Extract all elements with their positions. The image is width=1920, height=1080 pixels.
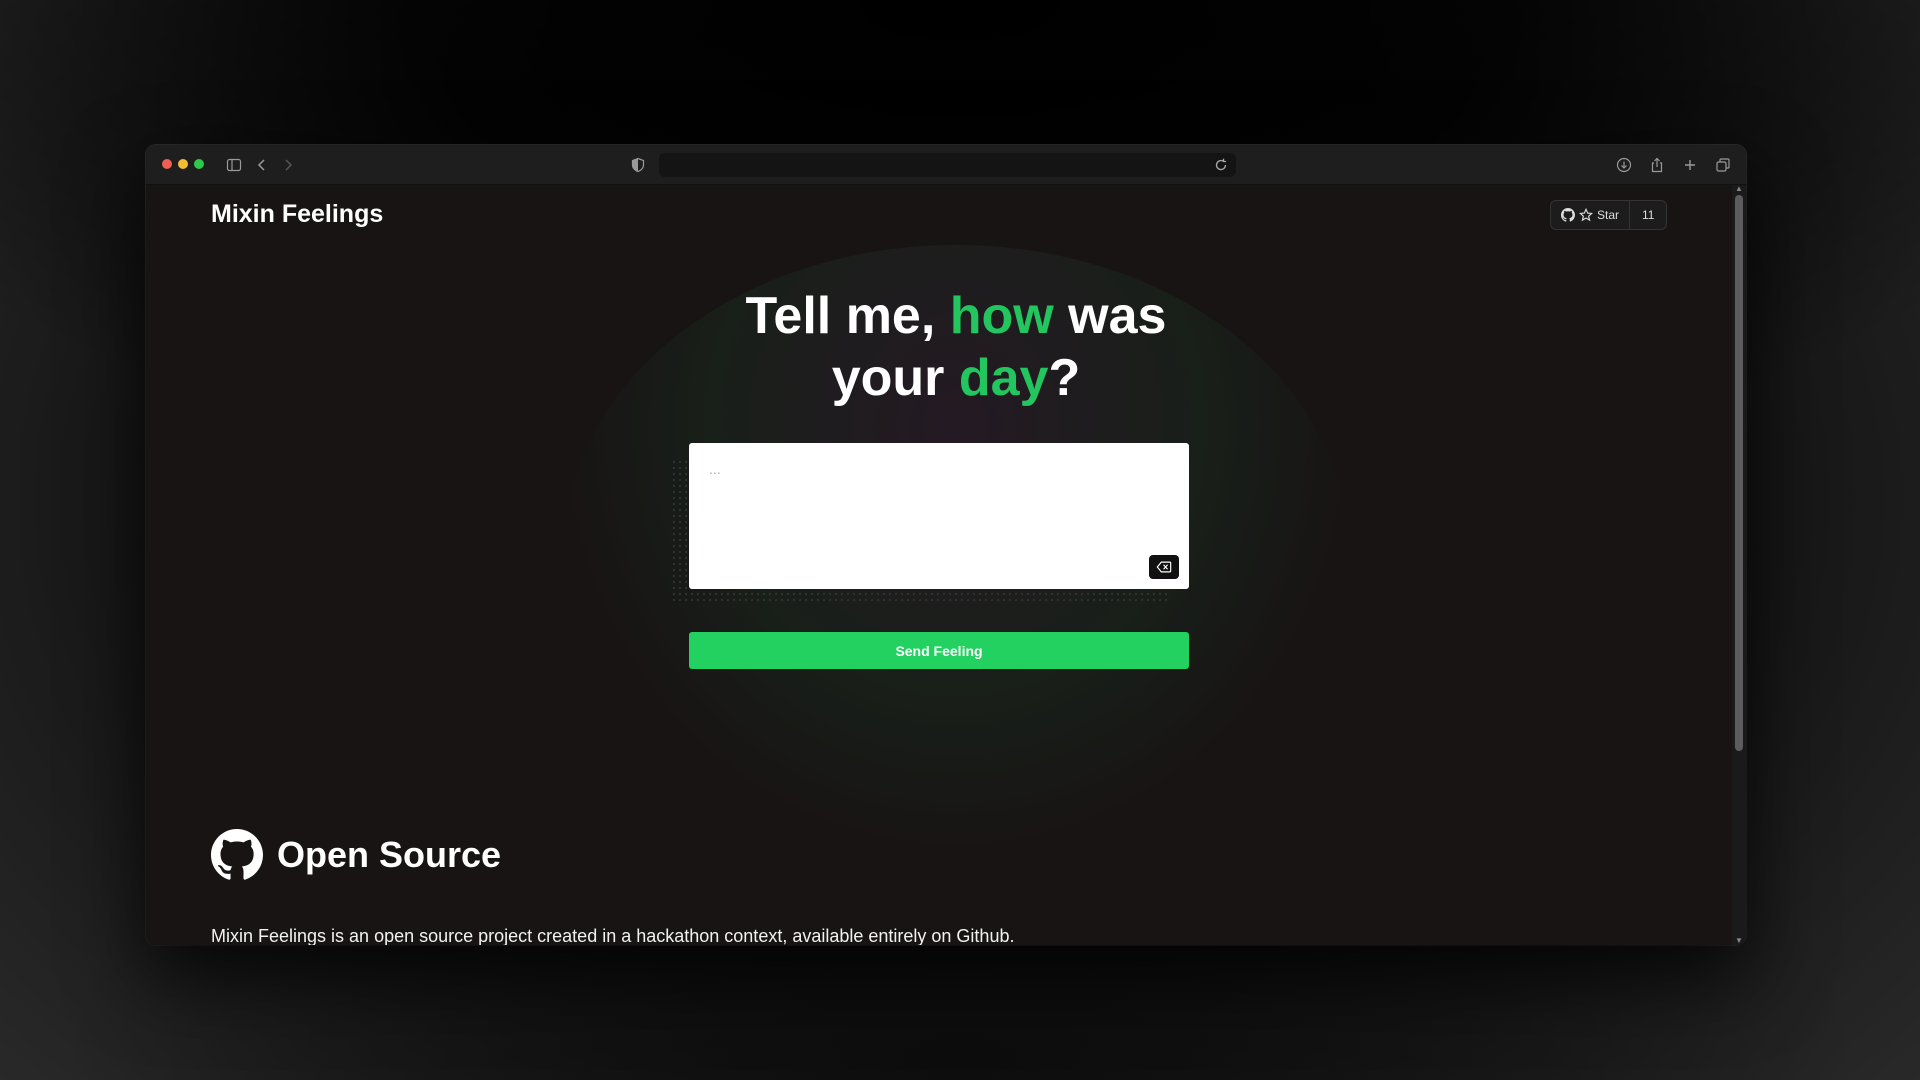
download-icon[interactable] <box>1614 155 1634 175</box>
feeling-input-box <box>689 443 1189 589</box>
hero-accent-how: how <box>949 287 1054 345</box>
browser-toolbar <box>146 145 1746 185</box>
close-window-button[interactable] <box>162 159 172 169</box>
backspace-icon <box>1156 561 1172 573</box>
clear-input-button[interactable] <box>1149 555 1179 579</box>
hero-text: was <box>1053 287 1167 345</box>
maximize-window-button[interactable] <box>194 159 204 169</box>
forward-icon[interactable] <box>278 155 298 175</box>
page-scrollbar[interactable]: ▲ ▼ <box>1732 185 1746 945</box>
github-icon <box>1561 208 1575 222</box>
feeling-input[interactable] <box>689 443 1189 589</box>
open-source-description: Mixin Feelings is an open source project… <box>211 926 1015 945</box>
new-tab-icon[interactable] <box>1680 155 1700 175</box>
scroll-up-arrow-icon[interactable]: ▲ <box>1734 185 1744 193</box>
send-feeling-button[interactable]: Send Feeling <box>689 632 1189 669</box>
hero-text: ? <box>1048 349 1081 407</box>
star-icon <box>1579 208 1593 222</box>
open-source-header: Open Source <box>211 829 501 881</box>
open-source-title: Open Source <box>277 834 502 875</box>
github-icon[interactable] <box>211 829 263 881</box>
hero-text: Tell me, <box>745 287 950 345</box>
address-bar[interactable] <box>659 153 1236 177</box>
site-title[interactable]: Mixin Feelings <box>211 200 383 229</box>
hero-heading: Tell me, how was your day? <box>566 285 1346 409</box>
page-viewport: Mixin Feelings Star 11 Tell me, how was … <box>146 185 1732 945</box>
share-icon[interactable] <box>1647 155 1667 175</box>
star-label: Star <box>1597 208 1620 222</box>
browser-window: Mixin Feelings Star 11 Tell me, how was … <box>146 145 1746 945</box>
tab-overview-icon[interactable] <box>1713 155 1733 175</box>
reload-icon[interactable] <box>1211 155 1231 175</box>
minimize-window-button[interactable] <box>178 159 188 169</box>
github-star-widget: Star 11 <box>1550 200 1668 230</box>
github-star-button[interactable]: Star <box>1551 201 1631 229</box>
scroll-down-arrow-icon[interactable]: ▼ <box>1734 937 1744 945</box>
star-count[interactable]: 11 <box>1630 201 1666 229</box>
scrollbar-thumb[interactable] <box>1735 195 1743 751</box>
back-icon[interactable] <box>252 155 272 175</box>
privacy-shield-icon[interactable] <box>628 155 648 175</box>
sidebar-toggle-icon[interactable] <box>224 155 244 175</box>
hero-accent-day: day <box>958 349 1049 407</box>
hero-text: your <box>831 349 959 407</box>
